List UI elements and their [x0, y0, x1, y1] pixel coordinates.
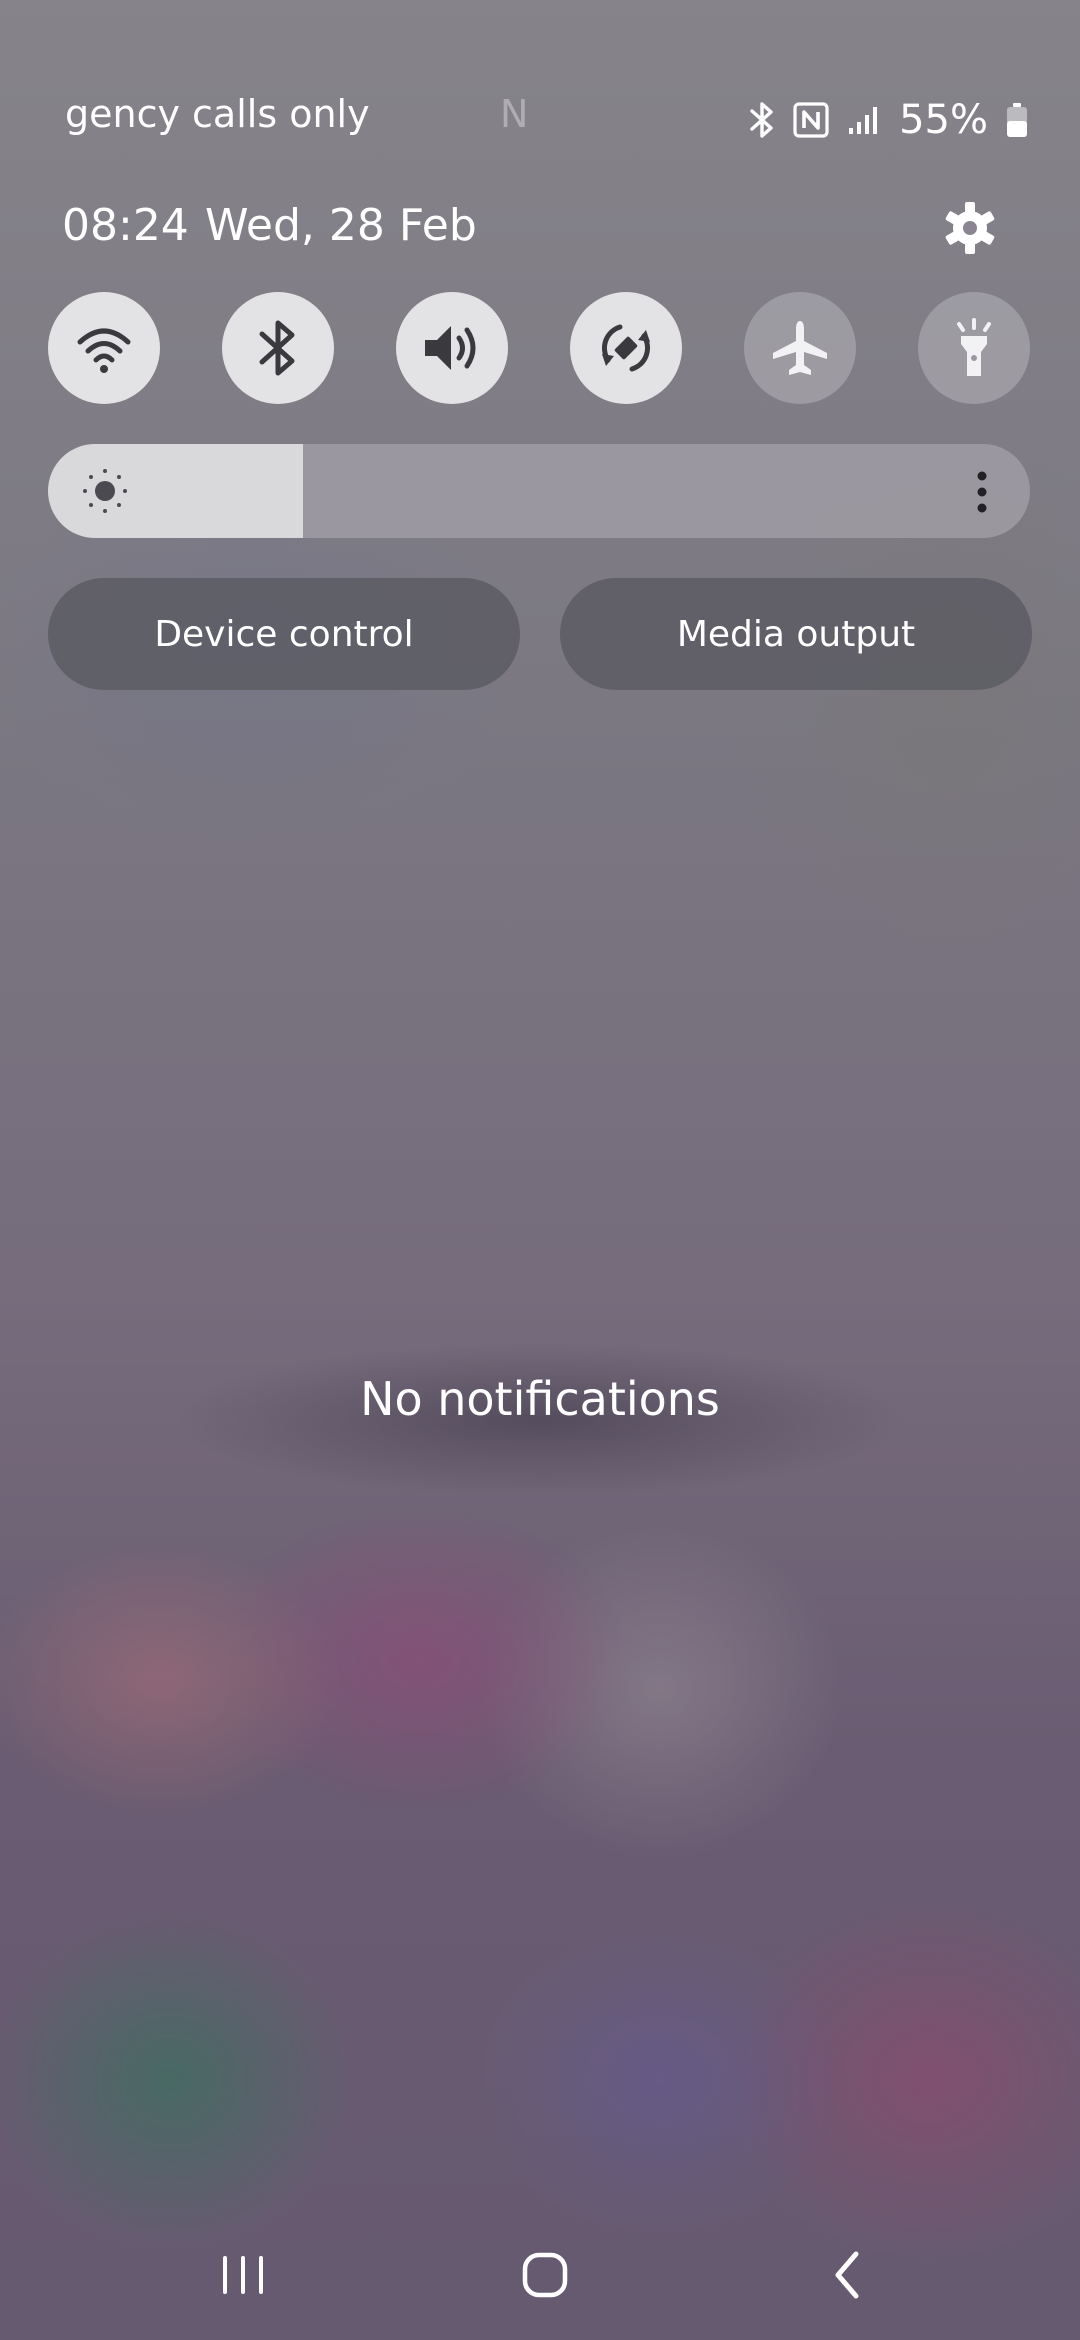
home-button[interactable] — [505, 2240, 585, 2310]
wifi-icon — [77, 328, 131, 373]
nfc-icon — [793, 102, 829, 138]
date: Wed, 28 Feb — [205, 200, 477, 251]
rotate-icon — [602, 324, 650, 372]
quick-settings-tiles — [48, 292, 1032, 404]
bluetooth-icon — [259, 320, 295, 376]
battery-percent: 55% — [899, 97, 988, 143]
carrier-text: gency calls only — [65, 92, 370, 136]
brightness-slider[interactable] — [48, 444, 1030, 538]
flashlight-tile[interactable] — [918, 292, 1030, 404]
bluetooth-tile[interactable] — [222, 292, 334, 404]
carrier-text-main: gency calls only — [65, 92, 370, 136]
empty-notifications-text: No notifications — [360, 1372, 720, 1426]
recent-apps-button[interactable] — [203, 2240, 283, 2310]
wifi-tile[interactable] — [48, 292, 160, 404]
auto-rotate-tile[interactable] — [570, 292, 682, 404]
settings-button[interactable] — [942, 200, 998, 256]
faded-status-letter: N — [500, 92, 529, 136]
device-control-button[interactable]: Device control — [48, 578, 520, 690]
brightness-icon — [83, 469, 127, 513]
flashlight-icon — [957, 318, 991, 376]
recent-apps-icon — [223, 2256, 263, 2294]
battery-icon — [1007, 103, 1027, 137]
more-vertical-icon[interactable] — [974, 470, 990, 514]
airplane-icon — [773, 321, 827, 375]
gear-icon — [945, 202, 995, 254]
home-icon — [522, 2252, 568, 2298]
notification-panel: gency calls only N 55% 08:24 Wed, 28 Feb — [0, 0, 1080, 2340]
back-icon — [835, 2251, 859, 2299]
media-output-button[interactable]: Media output — [560, 578, 1032, 690]
airplane-mode-tile[interactable] — [744, 292, 856, 404]
bluetooth-icon — [750, 102, 773, 138]
status-icons: 55% — [749, 96, 1028, 144]
sound-tile[interactable] — [396, 292, 508, 404]
clock: 08:24 — [62, 200, 189, 251]
back-button[interactable] — [808, 2240, 888, 2310]
volume-icon — [425, 326, 476, 370]
signal-icon — [849, 107, 878, 134]
